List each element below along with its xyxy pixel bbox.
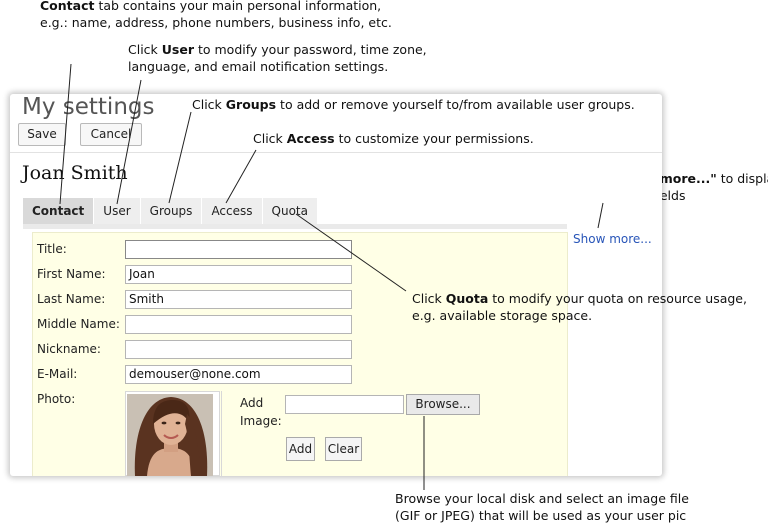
settings-panel: My settings Save Cancel Joan Smith Conta… <box>10 94 662 476</box>
user-photo <box>127 394 213 476</box>
contact-callout-bold: Contact <box>40 0 95 13</box>
tab-bar: Contact User Groups Access Quota <box>23 198 318 224</box>
tab-access[interactable]: Access <box>202 198 263 224</box>
user-name-heading: Joan Smith <box>22 162 128 184</box>
last-name-input[interactable]: Smith <box>125 290 352 309</box>
quota-callout-bold: Quota <box>445 291 489 306</box>
first-name-label: First Name: <box>37 267 106 281</box>
browse-button[interactable]: Browse... <box>406 394 480 415</box>
nickname-input[interactable] <box>125 340 352 359</box>
contact-callout-line1: tab contains your main personal informat… <box>94 0 382 13</box>
last-name-label: Last Name: <box>37 292 106 306</box>
nickname-label: Nickname: <box>37 342 101 356</box>
photo-label: Photo: <box>37 392 76 406</box>
access-callout-rest: to customize your permissions. <box>334 131 534 146</box>
tab-user[interactable]: User <box>94 198 141 224</box>
title-input[interactable] <box>125 240 352 259</box>
browse-callout-line2: (GIF or JPEG) that will be used as your … <box>395 508 687 523</box>
save-button[interactable]: Save <box>18 123 66 146</box>
access-callout: Click Access to customize your permissio… <box>253 130 534 147</box>
middle-name-label: Middle Name: <box>37 317 120 331</box>
contact-callout-line2: e.g.: name, address, phone numbers, busi… <box>40 15 392 30</box>
page-title: My settings <box>22 94 155 120</box>
user-callout-line1: to modify your password, time zone, <box>194 42 427 57</box>
email-label: E-Mail: <box>37 367 78 381</box>
header-divider <box>10 152 662 153</box>
image-file-input[interactable] <box>285 395 404 414</box>
browse-callout-line1: Browse your local disk and select an ima… <box>395 491 689 506</box>
email-input[interactable]: demouser@none.com <box>125 365 352 384</box>
add-image-button[interactable]: Add <box>286 437 315 461</box>
browse-callout: Browse your local disk and select an ima… <box>395 490 689 524</box>
groups-callout-rest: to add or remove yourself to/from availa… <box>276 97 635 112</box>
show-more-callout-line1: to display <box>720 171 768 186</box>
add-image-label: Add Image: <box>240 396 282 428</box>
user-callout-pre: Click <box>128 42 162 57</box>
tab-underline <box>23 224 567 229</box>
title-label: Title: <box>37 242 67 256</box>
quota-callout-line2: e.g. available storage space. <box>412 308 593 323</box>
groups-callout-pre: Click <box>192 97 226 112</box>
user-callout: Click User to modify your password, time… <box>128 41 427 75</box>
contact-callout: Contact tab contains your main personal … <box>40 0 392 31</box>
tab-quota[interactable]: Quota <box>262 198 318 224</box>
cancel-button[interactable]: Cancel <box>80 123 142 146</box>
photo-divider <box>221 391 222 476</box>
quota-callout-line1: to modify your quota on resource usage, <box>488 291 747 306</box>
access-callout-pre: Click <box>253 131 287 146</box>
groups-callout: Click Groups to add or remove yourself t… <box>192 96 635 113</box>
tab-groups[interactable]: Groups <box>140 198 203 224</box>
middle-name-input[interactable] <box>125 315 352 334</box>
clear-image-button[interactable]: Clear <box>325 437 362 461</box>
show-more-link[interactable]: Show more... <box>573 232 652 246</box>
groups-callout-bold: Groups <box>225 97 277 112</box>
user-callout-line2: language, and email notification setting… <box>128 59 389 74</box>
first-name-input[interactable]: Joan <box>125 265 352 284</box>
user-callout-bold: User <box>161 42 194 57</box>
tab-contact[interactable]: Contact <box>23 198 95 224</box>
access-callout-bold: Access <box>286 131 335 146</box>
quota-callout: Click Quota to modify your quota on reso… <box>412 290 747 324</box>
quota-callout-pre: Click <box>412 291 446 306</box>
